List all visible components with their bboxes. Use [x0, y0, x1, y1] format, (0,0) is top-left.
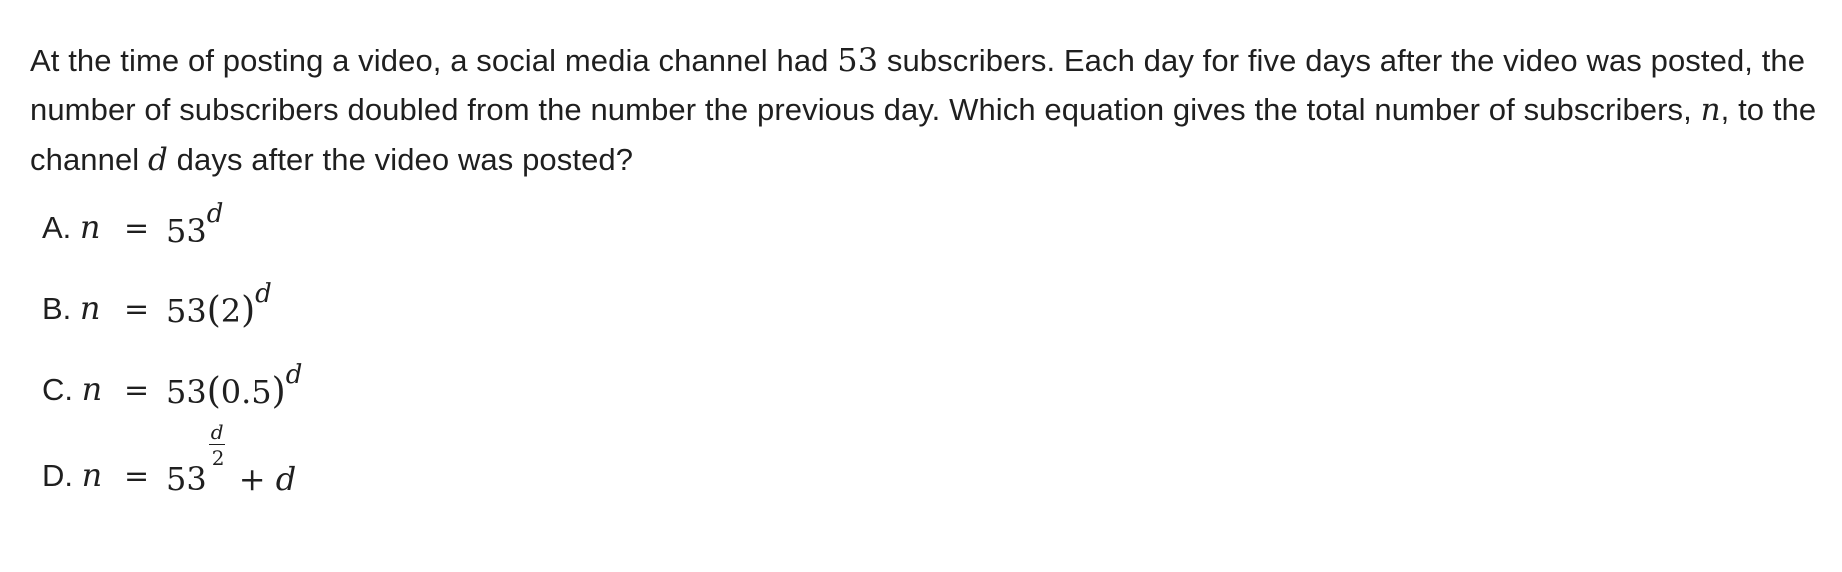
- choice-c-expression: 53(0.5)d: [166, 360, 303, 412]
- choice-a-expression: 53d: [166, 199, 224, 250]
- question-segment: days after the video was posted?: [167, 142, 634, 177]
- question-segment: At the time of posting a video, a social…: [30, 43, 838, 78]
- choice-a-label: A. n: [42, 208, 101, 246]
- equals-sign: =: [124, 459, 150, 494]
- choice-b-expression: 53(2)d: [166, 279, 272, 331]
- equals-sign: =: [124, 373, 150, 408]
- equals-sign: =: [124, 292, 150, 327]
- equals-sign: =: [124, 211, 150, 246]
- fraction-exponent: d2: [208, 420, 225, 470]
- variable-d: d: [148, 142, 168, 178]
- choice-b-label: B. n: [42, 289, 101, 327]
- question-text: At the time of posting a video, a social…: [30, 36, 1820, 185]
- choice-c-label: C. n: [42, 370, 103, 408]
- subscriber-count: 53: [837, 41, 879, 79]
- choice-d-label: D. n: [42, 456, 103, 494]
- choice-d-expression: 53 d 2 + d: [166, 420, 297, 498]
- variable-n: n: [1700, 92, 1721, 128]
